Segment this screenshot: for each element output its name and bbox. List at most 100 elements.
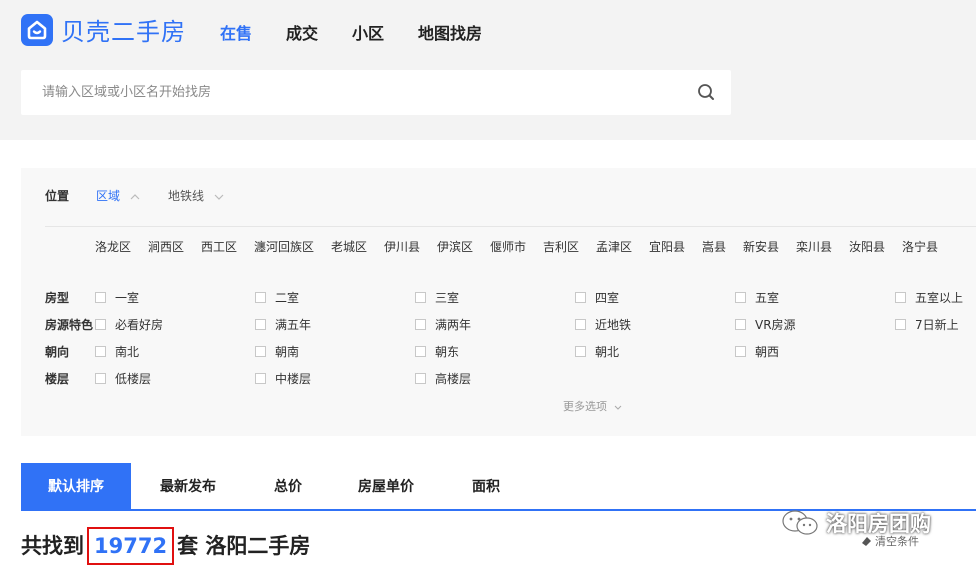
- brand-logo[interactable]: 贝壳二手房: [21, 12, 186, 47]
- filter-divider: [45, 226, 976, 227]
- nav-item-on-sale[interactable]: 在售: [220, 20, 252, 44]
- district-item[interactable]: 伊川县: [384, 238, 420, 255]
- district-item[interactable]: 瀍河回族区: [254, 238, 314, 255]
- district-item[interactable]: 涧西区: [148, 238, 184, 255]
- filter-option[interactable]: 朝南: [255, 343, 299, 360]
- sort-newest[interactable]: 最新发布: [160, 463, 216, 511]
- header-area: 贝壳二手房 在售 成交 小区 地图找房: [0, 0, 976, 140]
- district-item[interactable]: 新安县: [743, 238, 779, 255]
- result-summary: 共找到 19772 套 洛阳二手房: [21, 527, 310, 565]
- district-item[interactable]: 嵩县: [702, 238, 726, 255]
- checkbox[interactable]: [895, 292, 906, 303]
- chevron-down-icon: [614, 405, 621, 410]
- filter-option[interactable]: 中楼层: [255, 370, 311, 387]
- checkbox[interactable]: [255, 319, 266, 330]
- checkbox[interactable]: [895, 319, 906, 330]
- filter-option[interactable]: 低楼层: [95, 370, 151, 387]
- filter-option[interactable]: 7日新上: [895, 316, 959, 333]
- checkbox[interactable]: [735, 346, 746, 357]
- checkbox[interactable]: [255, 292, 266, 303]
- filter-option[interactable]: 四室: [575, 289, 619, 306]
- tab-subway[interactable]: 地铁线: [168, 187, 224, 204]
- home-logo-icon: [21, 13, 53, 46]
- checkbox[interactable]: [415, 292, 426, 303]
- district-item[interactable]: 吉利区: [543, 238, 579, 255]
- chevron-up-icon: [130, 194, 140, 200]
- district-item[interactable]: 伊滨区: [437, 238, 473, 255]
- checkbox[interactable]: [735, 319, 746, 330]
- sort-total-price[interactable]: 总价: [274, 463, 302, 511]
- district-item[interactable]: 宜阳县: [649, 238, 685, 255]
- tab-district[interactable]: 区域: [96, 187, 140, 204]
- more-options-button[interactable]: 更多选项: [563, 398, 622, 414]
- filter-option[interactable]: 近地铁: [575, 316, 631, 333]
- nav-item-map-search[interactable]: 地图找房: [418, 20, 482, 44]
- nav-item-community[interactable]: 小区: [352, 20, 384, 44]
- filter-option[interactable]: 朝北: [575, 343, 619, 360]
- checkbox[interactable]: [575, 346, 586, 357]
- wechat-icon: [782, 510, 818, 535]
- filter-option[interactable]: VR房源: [735, 316, 796, 333]
- district-item[interactable]: 汝阳县: [849, 238, 885, 255]
- checkbox[interactable]: [255, 373, 266, 384]
- search-input[interactable]: [21, 70, 681, 115]
- tab-subway-label: 地铁线: [168, 189, 205, 203]
- filter-option[interactable]: 满五年: [255, 316, 311, 333]
- district-item[interactable]: 孟津区: [596, 238, 632, 255]
- filter-option[interactable]: 一室: [95, 289, 139, 306]
- filter-option[interactable]: 朝西: [735, 343, 779, 360]
- option-label: 7日新上: [915, 318, 959, 332]
- nav-item-sold[interactable]: 成交: [286, 20, 318, 44]
- checkbox[interactable]: [575, 319, 586, 330]
- district-item[interactable]: 栾川县: [796, 238, 832, 255]
- checkbox[interactable]: [95, 292, 106, 303]
- district-item[interactable]: 洛宁县: [902, 238, 938, 255]
- floor-label: 楼层: [45, 372, 70, 386]
- sort-area[interactable]: 面积: [472, 463, 500, 511]
- filter-option[interactable]: 二室: [255, 289, 299, 306]
- filter-option[interactable]: 高楼层: [415, 370, 471, 387]
- filter-panel: 位置 区域 地铁线 洛龙区 涧西区 西工区 瀍河回族区 老城区 伊川县 伊滨区 …: [21, 168, 976, 436]
- filter-option[interactable]: 满两年: [415, 316, 471, 333]
- checkbox[interactable]: [415, 346, 426, 357]
- result-prefix: 共找到: [21, 534, 84, 558]
- district-item[interactable]: 偃师市: [490, 238, 526, 255]
- room-type-label: 房型: [45, 291, 70, 305]
- sort-unit-price[interactable]: 房屋单价: [358, 463, 414, 511]
- checkbox[interactable]: [95, 373, 106, 384]
- clear-filters-label: 清空条件: [875, 535, 919, 548]
- option-label: 中楼层: [275, 372, 312, 386]
- filter-option[interactable]: 朝东: [415, 343, 459, 360]
- filter-option[interactable]: 南北: [95, 343, 139, 360]
- checkbox[interactable]: [415, 319, 426, 330]
- sort-default[interactable]: 默认排序: [21, 463, 131, 511]
- option-label: 五室以上: [915, 291, 964, 305]
- district-item[interactable]: 老城区: [331, 238, 367, 255]
- district-item[interactable]: 西工区: [201, 238, 237, 255]
- brand-name: 贝壳二手房: [61, 18, 186, 46]
- option-label: 二室: [275, 291, 300, 305]
- checkbox[interactable]: [415, 373, 426, 384]
- option-label: 高楼层: [435, 372, 472, 386]
- clear-filters-button[interactable]: 清空条件: [860, 533, 919, 549]
- filter-option[interactable]: 必看好房: [95, 316, 163, 333]
- checkbox[interactable]: [575, 292, 586, 303]
- option-label: 一室: [115, 291, 140, 305]
- option-label: 近地铁: [595, 318, 632, 332]
- filter-option[interactable]: 五室: [735, 289, 779, 306]
- tab-district-label: 区域: [96, 189, 121, 203]
- option-label: 朝北: [595, 345, 620, 359]
- result-suffix: 套 洛阳二手房: [177, 534, 311, 558]
- filter-option[interactable]: 五室以上: [895, 289, 963, 306]
- orientation-label: 朝向: [45, 345, 70, 359]
- checkbox[interactable]: [255, 346, 266, 357]
- filter-option[interactable]: 三室: [415, 289, 459, 306]
- checkbox[interactable]: [95, 346, 106, 357]
- checkbox[interactable]: [95, 319, 106, 330]
- checkbox[interactable]: [735, 292, 746, 303]
- search-icon[interactable]: [697, 83, 717, 107]
- district-item[interactable]: 洛龙区: [95, 238, 131, 255]
- option-label: 朝南: [275, 345, 300, 359]
- main-nav: 在售 成交 小区 地图找房: [220, 20, 516, 44]
- option-label: 三室: [435, 291, 460, 305]
